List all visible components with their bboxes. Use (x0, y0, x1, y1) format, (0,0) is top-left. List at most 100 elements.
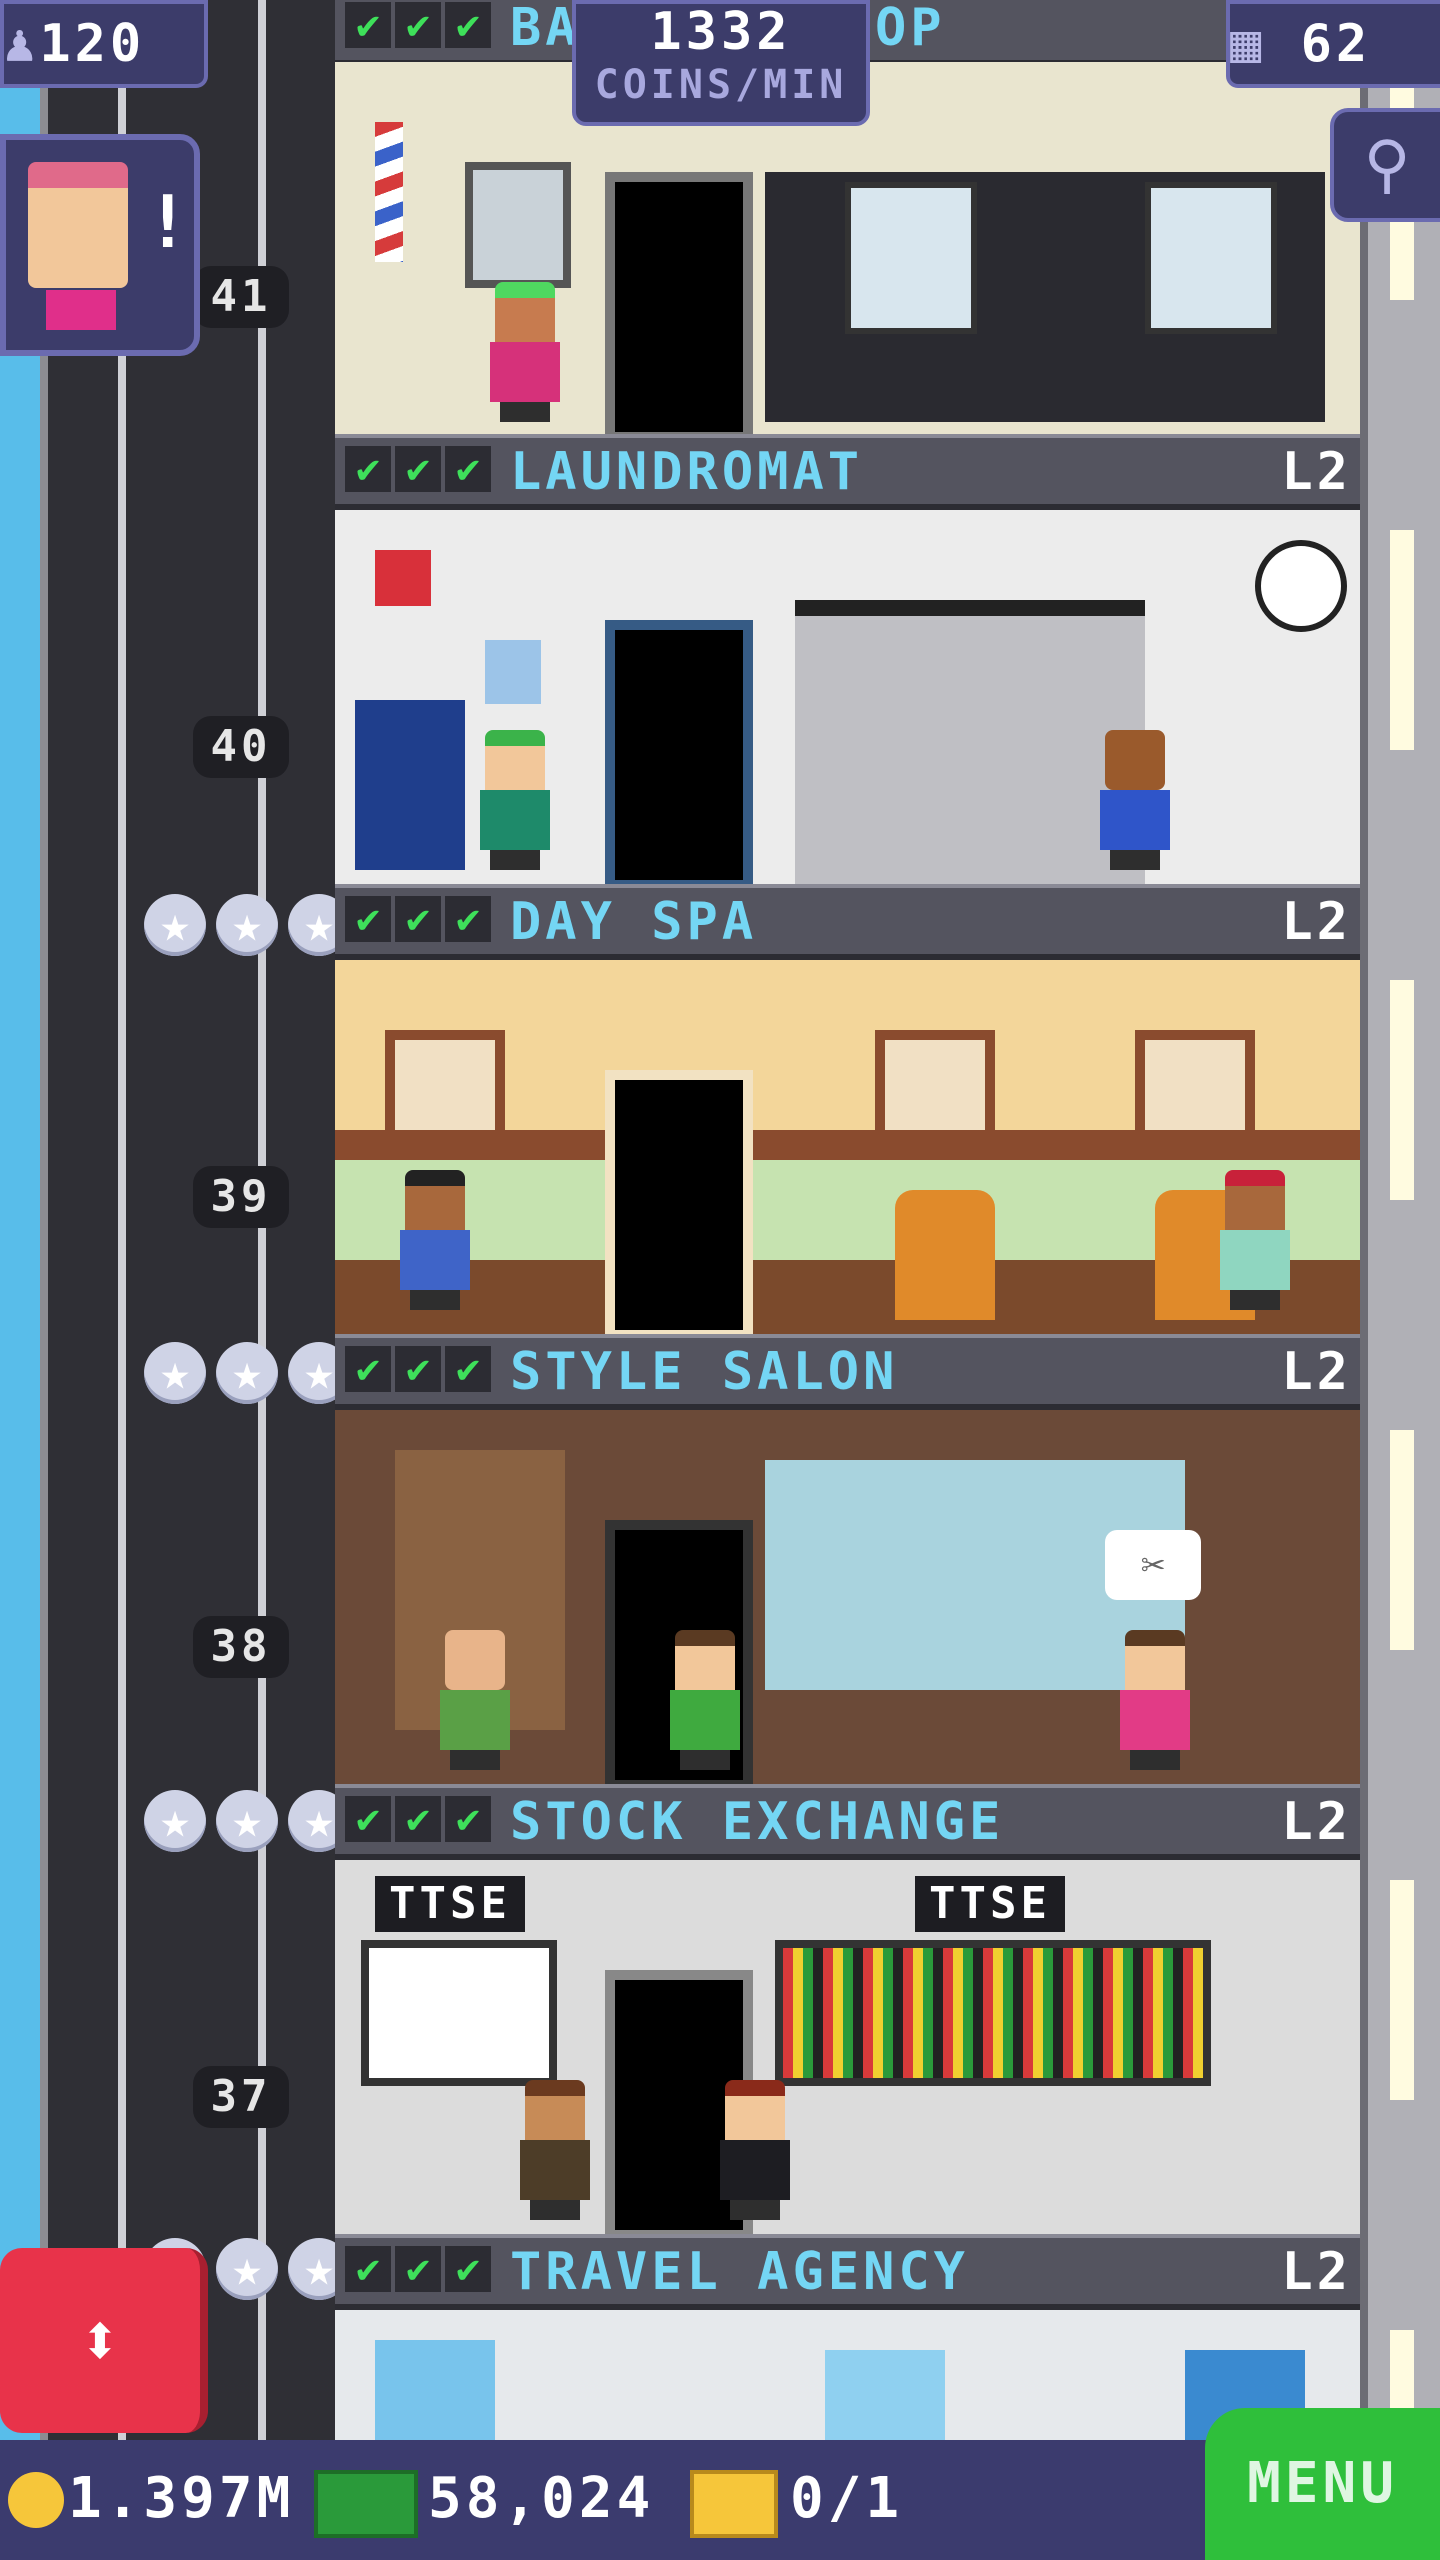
coins-rate-value: 1332 (650, 2, 792, 62)
coins-per-minute: 1332 COINS/MIN (572, 0, 870, 126)
window (1390, 980, 1414, 1200)
floor-stars: ★ ★ ★ (144, 1342, 350, 1412)
room-name: BA (510, 0, 581, 58)
population-counter[interactable]: ♟120 (0, 0, 208, 88)
population-icon: ♟ (4, 14, 40, 74)
bitizen[interactable] (515, 2080, 595, 2220)
room-door (605, 620, 753, 884)
check-icon: ✔ (395, 2, 441, 48)
room-door (605, 1070, 753, 1334)
room-style-salon[interactable]: ✂ (335, 1410, 1360, 1784)
room-level: L2 (1281, 2242, 1352, 2302)
check-icon: ✔ (345, 2246, 391, 2292)
check-icon: ✔ (395, 2246, 441, 2292)
notification-bubble[interactable]: ! (0, 134, 200, 356)
check-icon: ✔ (345, 2, 391, 48)
bux-icon (314, 2470, 418, 2538)
elevator-button[interactable]: ⬍ (0, 2248, 208, 2433)
bitizen[interactable] (475, 730, 555, 870)
star-icon: ★ (216, 1790, 278, 1852)
room-level: L2 (1281, 1792, 1352, 1852)
floor-number-38: 38 (193, 1616, 289, 1678)
room-title-bar-laundromat[interactable]: ✔ ✔ ✔ LAUNDROMAT L2 (335, 434, 1360, 510)
tower: ✔ ✔ ✔ BA OP ✔ ✔ ✔ LAUNDROMAT L2 ✔ ✔ ✔ DA… (335, 0, 1360, 2440)
room-name: LAUNDROMAT (510, 442, 864, 502)
room-title-bar-stock-exchange[interactable]: ✔ ✔ ✔ STOCK EXCHANGE L2 (335, 1784, 1360, 1860)
check-icon: ✔ (445, 2246, 491, 2292)
menu-button[interactable]: MENU (1205, 2408, 1440, 2560)
room-title-bar-style-salon[interactable]: ✔ ✔ ✔ STYLE SALON L2 (335, 1334, 1360, 1410)
room-name: TRAVEL AGENCY (510, 2242, 969, 2302)
room-title-bar-day-spa[interactable]: ✔ ✔ ✔ DAY SPA L2 (335, 884, 1360, 960)
avatar-body (46, 290, 116, 330)
room-travel-agency[interactable] (335, 2310, 1360, 2440)
room-stock-exchange[interactable]: TTSE TTSE (335, 1860, 1360, 2234)
elevator-arrows-icon: ⬍ (78, 2298, 122, 2382)
room-day-spa[interactable] (335, 960, 1360, 1334)
floor-number-39: 39 (193, 1166, 289, 1228)
window (1390, 530, 1414, 750)
bitizen[interactable] (485, 282, 565, 422)
room-level: L2 (1281, 892, 1352, 952)
room-laundromat[interactable] (335, 510, 1360, 884)
room-name: STYLE SALON (510, 1342, 899, 1402)
bitizen[interactable] (435, 1630, 515, 1770)
washing-machines (795, 600, 1145, 884)
room-door (605, 172, 753, 434)
scissors-icon: ✂ (1105, 1530, 1201, 1600)
room-name-tail: OP (875, 0, 946, 58)
tickets-amount: 0/1 (790, 2466, 904, 2531)
floor-number-37: 37 (193, 2066, 289, 2128)
room-level: L2 (1281, 1342, 1352, 1402)
floor-number-40: 40 (193, 716, 289, 778)
coin-icon (8, 2472, 64, 2528)
poster (465, 162, 571, 288)
coins-amount: 1.397M (68, 2466, 295, 2531)
check-icon: ✔ (445, 2, 491, 48)
spa-chair (895, 1190, 995, 1320)
floors-icon: ▦ (1230, 14, 1266, 74)
check-icon: ✔ (395, 1796, 441, 1842)
ticker-sign: TTSE (915, 1876, 1065, 1932)
bitizen[interactable] (715, 2080, 795, 2220)
check-icon: ✔ (345, 1346, 391, 1392)
stock-chart-screen (361, 1940, 557, 2086)
painting (875, 1030, 995, 1140)
bitizen[interactable] (395, 1170, 475, 1310)
barber-stations (765, 172, 1325, 422)
check-icon: ✔ (445, 1796, 491, 1842)
elevator-cable (118, 0, 126, 2440)
star-icon: ★ (216, 1342, 278, 1404)
floor-stars: ★ ★ ★ (144, 1790, 350, 1860)
travel-poster (375, 2340, 495, 2440)
check-icon: ✔ (445, 446, 491, 492)
bitizen[interactable] (1095, 730, 1175, 870)
ticker-sign: TTSE (375, 1876, 525, 1932)
window (1390, 1880, 1414, 2100)
star-icon: ★ (216, 2238, 278, 2300)
room-title-bar-travel-agency[interactable]: ✔ ✔ ✔ TRAVEL AGENCY L2 (335, 2234, 1360, 2310)
check-icon: ✔ (345, 1796, 391, 1842)
bitizen[interactable] (1215, 1170, 1295, 1310)
room-level: L2 (1281, 442, 1352, 502)
room-name: STOCK EXCHANGE (510, 1792, 1005, 1852)
elevator-shaft[interactable]: 41 40 39 38 37 ★ ★ ★ ★ ★ ★ ★ ★ ★ ★ ★ ★ (40, 0, 353, 2440)
star-icon: ★ (144, 894, 206, 956)
star-icon: ★ (216, 894, 278, 956)
magnifier-icon[interactable]: ⚲ (1330, 108, 1440, 222)
star-icon: ★ (144, 1342, 206, 1404)
bitizen[interactable] (665, 1630, 745, 1770)
painting (385, 1030, 505, 1140)
ticker-board (775, 1940, 1211, 2086)
bitizen[interactable] (1115, 1630, 1195, 1770)
floors-counter[interactable]: ▦ 62 (1226, 0, 1440, 88)
notice-paper (485, 640, 541, 704)
window (1390, 1430, 1414, 1650)
travel-poster (825, 2350, 945, 2440)
bux-amount: 58,024 (428, 2466, 655, 2531)
check-icon: ✔ (345, 896, 391, 942)
floor-number-41: 41 (193, 266, 289, 328)
check-icon: ✔ (445, 896, 491, 942)
check-icon: ✔ (445, 1346, 491, 1392)
room-name: DAY SPA (510, 892, 758, 952)
